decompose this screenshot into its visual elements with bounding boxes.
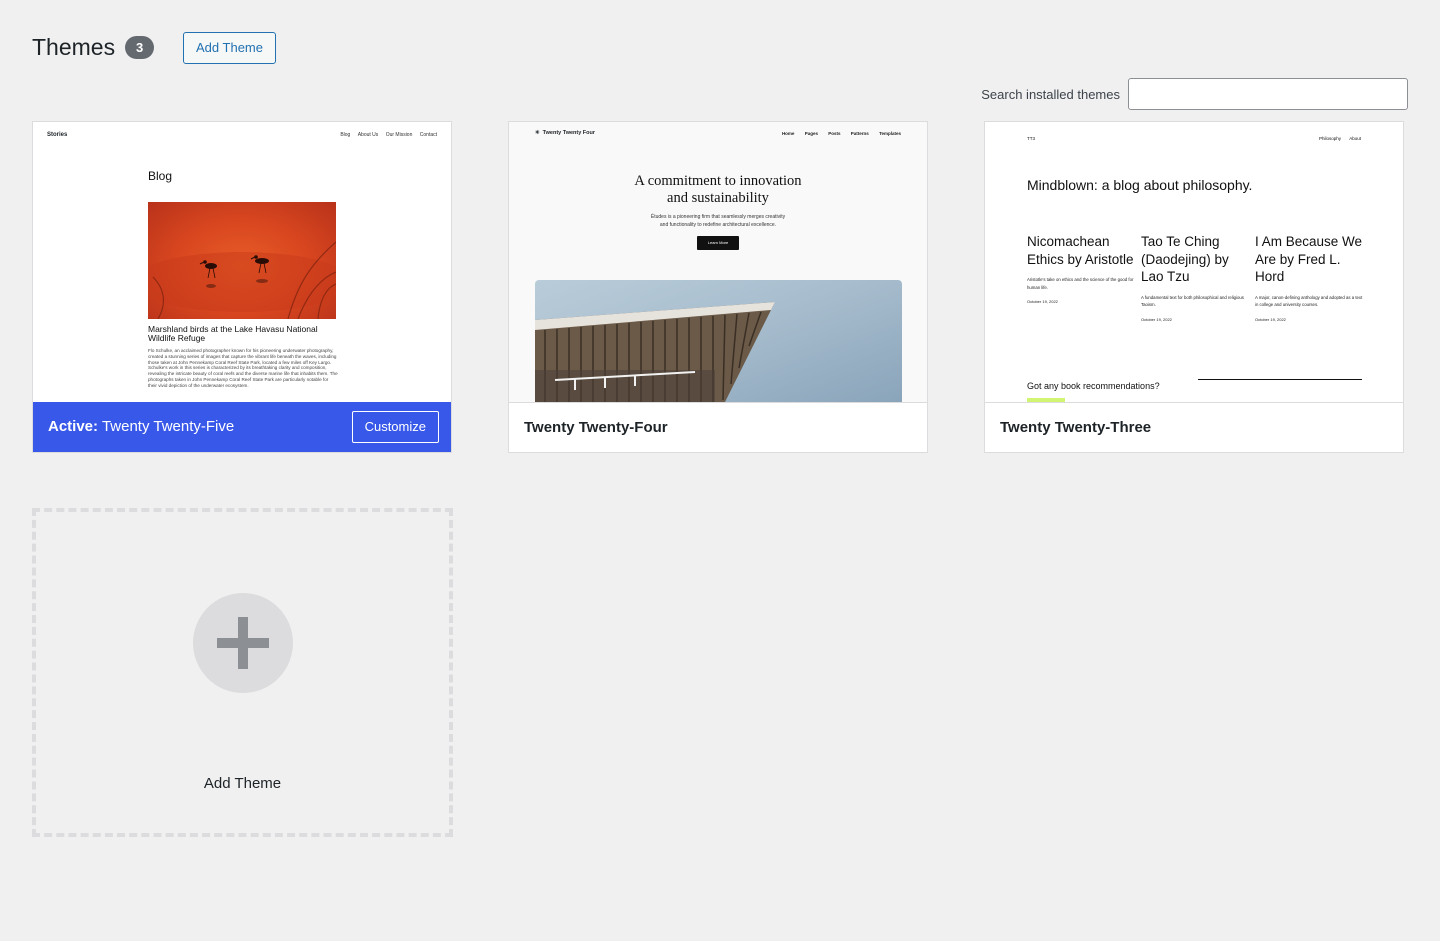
page-title: Themes [32,34,116,60]
add-theme-button[interactable]: Add Theme [183,32,276,64]
preview-post: Tao Te Ching (Daodejing) by Lao Tzu A fu… [1141,233,1251,322]
preview-nav-item: Posts [828,131,841,136]
preview-nav-item: Contact [419,132,437,138]
preview-body-text: Études is a pioneering firm that seamles… [509,213,927,229]
preview-learn-more-button: Learn More [697,236,739,250]
preview-nav-item: Templates [879,131,901,136]
preview-nav-item: Philosophy [1318,136,1341,141]
search-box: Search installed themes [981,78,1408,110]
preview-nav: Philosophy About [1312,136,1361,141]
preview-nav: Home Pages Posts Patterns Templates [773,131,901,136]
preview-nav: Blog About Us Our Mission Contact [334,132,437,138]
theme-screenshot[interactable]: Stories Blog About Us Our Mission Contac… [33,122,451,402]
preview-post-desc: A fundamental text for both philosophica… [1141,294,1244,308]
theme-name: Twenty Twenty-Four [524,419,668,436]
theme-name: Active: Twenty Twenty-Five [48,418,234,435]
preview-nav-item: Blog [340,132,351,138]
preview-post-date: October 19, 2022 [1255,316,1286,322]
theme-card-footer: Twenty Twenty-Three [985,402,1403,452]
preview-building-photo [535,280,902,402]
search-input[interactable] [1128,78,1408,110]
preview-caption: Marshland birds at the Lake Havasu Natio… [148,324,318,343]
search-label: Search installed themes [981,86,1120,102]
preview-bird-photo [148,202,336,319]
preview-post-desc: A major, canon-defining anthology and ad… [1255,294,1363,308]
preview-post: Nicomachean Ethics by Aristotle Aristotl… [1027,233,1137,304]
preview-post-date: October 19, 2022 [1027,299,1058,304]
theme-card-twenty-twenty-five[interactable]: Stories Blog About Us Our Mission Contac… [32,121,452,453]
preview-site-title: ✳ Twenty Twenty Four [535,130,595,136]
preview-heading-line: and sustainability [667,190,769,206]
theme-count-badge: 3 [125,35,155,59]
theme-card-twenty-twenty-three[interactable]: TT3 Philosophy About Mindblown: a blog a… [984,121,1404,453]
preview-heading: Blog [148,169,173,183]
theme-card-twenty-twenty-four[interactable]: ✳ Twenty Twenty Four Home Pages Posts Pa… [508,121,928,453]
preview-question: Got any book recommendations? [1027,381,1160,391]
preview-nav-item: Pages [804,131,818,136]
preview-body-line: Études is a pioneering firm that seamles… [650,214,786,220]
preview-logo-icon: ✳ [535,130,540,136]
theme-name-text: Twenty Twenty-Five [101,418,235,435]
preview-divider [1198,379,1362,380]
preview-heading: A commitment to innovation and sustainab… [509,173,927,207]
theme-name: Twenty Twenty-Three [1000,419,1152,436]
customize-button[interactable]: Customize [351,411,439,443]
preview-heading-line: A commitment to innovation [634,173,802,189]
theme-card-footer: Twenty Twenty-Four [509,402,927,452]
preview-post-desc: Aristotle's take on ethics and the scien… [1027,277,1134,290]
preview-post-title: Tao Te Ching (Daodejing) by Lao Tzu [1141,234,1229,284]
preview-site-title: Stories [47,132,68,138]
preview-nav-item: Our Mission [385,132,413,138]
theme-screenshot[interactable]: TT3 Philosophy About Mindblown: a blog a… [985,122,1403,402]
preview-nav-item: Home [781,131,795,136]
preview-site-title: TT3 [1027,136,1036,141]
preview-nav-item: About [1349,136,1361,141]
theme-screenshot[interactable]: ✳ Twenty Twenty Four Home Pages Posts Pa… [509,122,927,402]
preview-body-line: and functionality to redefine architectu… [659,222,777,228]
preview-post-date: October 19, 2022 [1141,316,1172,322]
preview-post-title: I Am Because We Are by Fred L. Hord [1255,234,1363,284]
preview-heading: Mindblown: a blog about philosophy. [1027,177,1253,193]
active-label: Active: [48,418,99,435]
theme-card-footer: Active: Twenty Twenty-Five Customize [33,402,451,452]
preview-post: I Am Because We Are by Fred L. Hord A ma… [1255,233,1365,322]
preview-nav-item: Patterns [850,131,869,136]
preview-site-title-text: Twenty Twenty Four [542,130,596,136]
preview-post-title: Nicomachean Ethics by Aristotle [1027,234,1134,267]
add-theme-tile-label[interactable]: Add Theme [36,775,449,792]
preview-nav-item: About Us [357,132,379,138]
page-header: Themes 3 [32,31,155,63]
plus-icon[interactable] [193,593,293,693]
add-theme-tile[interactable]: Add Theme [32,508,453,837]
preview-body-text: Flo Schulke, an acclaimed photographer k… [148,348,338,388]
